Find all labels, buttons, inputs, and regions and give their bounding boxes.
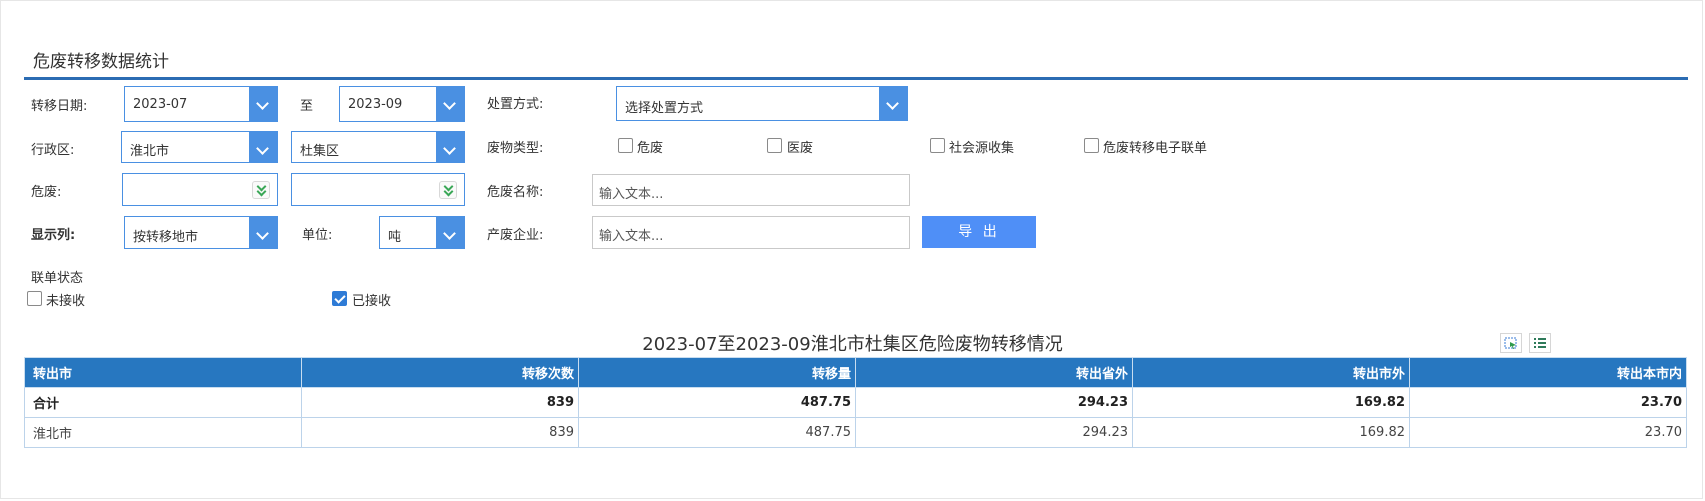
table-cell: 169.82 bbox=[1132, 387, 1410, 418]
waste-type-checkbox-hazard[interactable] bbox=[618, 138, 633, 153]
display-label: 显示列: bbox=[31, 228, 76, 243]
display-value: 按转移地市 bbox=[133, 230, 199, 245]
display-select[interactable]: 按转移地市 bbox=[124, 216, 278, 249]
producer-label: 产废企业: bbox=[487, 228, 544, 243]
producer-input[interactable]: 输入文本... bbox=[592, 216, 910, 249]
column-header[interactable]: 转移量 bbox=[578, 357, 856, 388]
status-unreceived-label: 未接收 bbox=[46, 294, 86, 309]
table-cell: 淮北市 bbox=[24, 417, 302, 448]
list-icon[interactable] bbox=[1529, 333, 1551, 353]
status-received-label: 已接收 bbox=[352, 294, 392, 309]
district-select[interactable]: 杜集区 bbox=[291, 131, 465, 163]
producer-placeholder: 输入文本... bbox=[599, 229, 664, 244]
waste-type-label: 废物类型: bbox=[487, 141, 544, 156]
waste-type-medical-label: 医废 bbox=[787, 141, 814, 156]
table-cell: 23.70 bbox=[1409, 387, 1687, 418]
status-checkbox-received[interactable] bbox=[332, 291, 347, 306]
select-cursor-icon[interactable] bbox=[1500, 333, 1522, 353]
date-to-label: 至 bbox=[300, 99, 314, 114]
date-from-select[interactable]: 2023-07 bbox=[124, 86, 278, 122]
double-chevron-down-icon[interactable] bbox=[439, 181, 457, 199]
date-from-value: 2023-07 bbox=[133, 97, 188, 112]
city-value: 淮北市 bbox=[130, 144, 170, 159]
hazard-name-label: 危废名称: bbox=[487, 185, 544, 200]
waste-type-checkbox-medical[interactable] bbox=[767, 138, 782, 153]
table-cell: 合计 bbox=[24, 387, 302, 418]
district-value: 杜集区 bbox=[300, 144, 340, 159]
unit-value: 吨 bbox=[388, 230, 402, 245]
waste-type-hazard-label: 危废 bbox=[637, 141, 664, 156]
unit-label: 单位: bbox=[302, 228, 333, 243]
waste-type-social-label: 社会源收集 bbox=[949, 141, 1015, 156]
table-cell: 169.82 bbox=[1132, 417, 1410, 448]
table-cell: 487.75 bbox=[578, 417, 856, 448]
column-header[interactable]: 转出市外 bbox=[1132, 357, 1410, 388]
chevron-down-icon[interactable] bbox=[436, 217, 464, 248]
chevron-down-icon[interactable] bbox=[436, 132, 464, 162]
table-cell: 487.75 bbox=[578, 387, 856, 418]
data-grid: 转出市 转移次数 转移量 转出省外 转出市外 转出本市内 合计 839 487.… bbox=[24, 357, 1687, 448]
unit-select[interactable]: 吨 bbox=[379, 216, 465, 249]
table-row[interactable]: 淮北市 839 487.75 294.23 169.82 23.70 bbox=[24, 417, 1687, 448]
status-checkbox-unreceived[interactable] bbox=[27, 291, 42, 306]
table-cell: 294.23 bbox=[855, 417, 1133, 448]
date-to-value: 2023-09 bbox=[348, 97, 403, 112]
waste-type-eform-label: 危废转移电子联单 bbox=[1103, 141, 1208, 156]
title-divider bbox=[24, 77, 1688, 80]
report-title: 2023-07至2023-09淮北市杜集区危险废物转移情况 bbox=[642, 334, 1063, 355]
table-total-row: 合计 839 487.75 294.23 169.82 23.70 bbox=[24, 387, 1687, 418]
table-cell: 294.23 bbox=[855, 387, 1133, 418]
chevron-down-icon[interactable] bbox=[249, 217, 277, 248]
waste-type-checkbox-social[interactable] bbox=[930, 138, 945, 153]
date-label: 转移日期: bbox=[31, 99, 88, 114]
table-cell: 23.70 bbox=[1409, 417, 1687, 448]
column-header[interactable]: 转移次数 bbox=[301, 357, 579, 388]
column-header[interactable]: 转出本市内 bbox=[1409, 357, 1687, 388]
chevron-down-icon[interactable] bbox=[249, 132, 277, 162]
table-header-row: 转出市 转移次数 转移量 转出省外 转出市外 转出本市内 bbox=[24, 357, 1687, 388]
disposal-select[interactable]: 选择处置方式 bbox=[616, 86, 908, 121]
disposal-label: 处置方式: bbox=[487, 97, 544, 112]
hazard-label: 危废: bbox=[31, 185, 62, 200]
page-title: 危废转移数据统计 bbox=[33, 52, 169, 72]
date-to-select[interactable]: 2023-09 bbox=[339, 86, 465, 122]
column-header[interactable]: 转出省外 bbox=[855, 357, 1133, 388]
column-header[interactable]: 转出市 bbox=[24, 357, 302, 388]
chevron-down-icon[interactable] bbox=[436, 87, 464, 121]
table-cell: 839 bbox=[301, 387, 579, 418]
region-label: 行政区: bbox=[31, 143, 75, 158]
export-button[interactable]: 导 出 bbox=[922, 216, 1036, 248]
city-select[interactable]: 淮北市 bbox=[121, 131, 278, 163]
chevron-down-icon[interactable] bbox=[879, 87, 907, 120]
table-cell: 839 bbox=[301, 417, 579, 448]
hazard-category-combo[interactable] bbox=[122, 173, 278, 206]
disposal-value: 选择处置方式 bbox=[625, 101, 704, 116]
chevron-down-icon[interactable] bbox=[249, 87, 277, 121]
hazard-code-combo[interactable] bbox=[291, 173, 465, 206]
waste-type-checkbox-eform[interactable] bbox=[1084, 138, 1099, 153]
hazard-name-input[interactable]: 输入文本... bbox=[592, 174, 910, 206]
double-chevron-down-icon[interactable] bbox=[252, 181, 270, 199]
status-label: 联单状态 bbox=[31, 271, 84, 286]
hazard-name-placeholder: 输入文本... bbox=[599, 187, 664, 202]
